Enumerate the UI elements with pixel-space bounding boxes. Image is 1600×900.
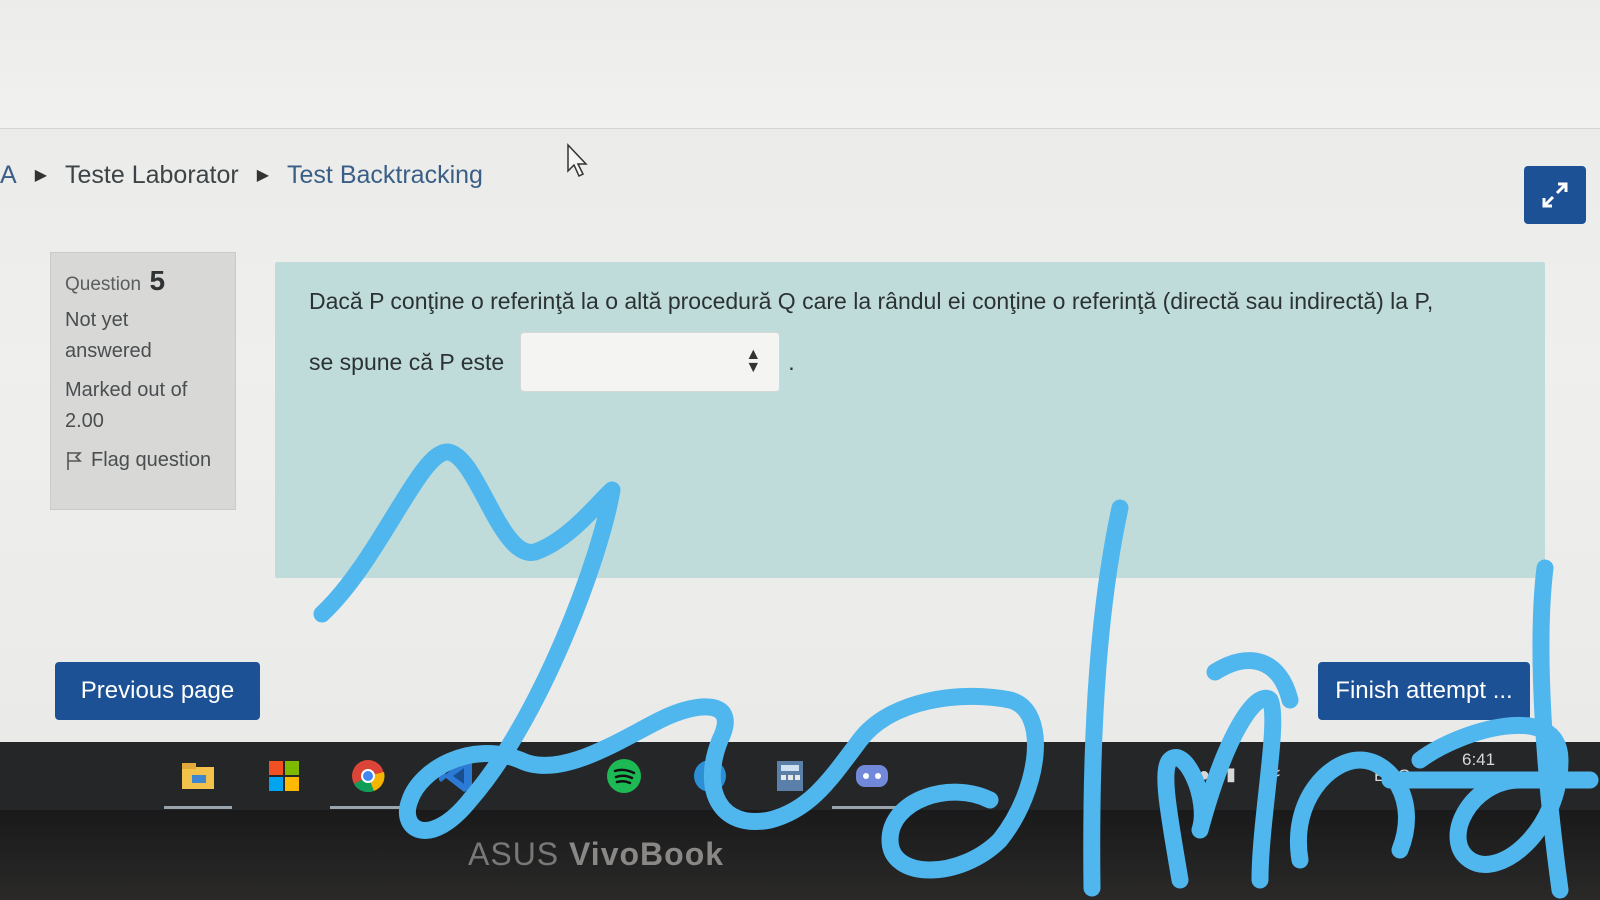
flag-question-link[interactable]: Flag question [65,449,221,472]
question-number: 5 [149,265,166,296]
chrome-icon[interactable] [348,756,388,796]
windows-store-icon[interactable] [264,756,304,796]
breadcrumb-separator-icon: ▶ [256,167,270,184]
question-label: Question [65,274,142,295]
page-header-area [0,0,1600,129]
spotify-icon[interactable] [604,756,644,796]
clock-time[interactable]: 6:41 [1462,750,1495,770]
fullscreen-toggle-button[interactable] [1524,166,1586,224]
laptop-brand-logo: ASUS VivoBook [468,836,724,873]
discord-icon[interactable] [852,756,892,796]
flag-question-label: Flag question [91,449,212,471]
edge-icon[interactable] [690,756,730,796]
question-info-panel: Question 5 Not yet answered Marked out o… [50,252,236,510]
taskbar-active-indicator [330,806,410,809]
select-arrows-icon: ▲ ▼ [745,346,762,376]
calculator-icon[interactable] [770,756,810,796]
wifi-icon[interactable]: ≈ [1268,760,1280,786]
answer-select[interactable]: ▲ ▼ [520,332,781,392]
question-text-line-1: Dacă P conţine o referinţă la o altă pro… [309,288,1434,314]
flag-icon [67,451,82,470]
vscode-icon[interactable] [436,756,476,796]
expand-icon [1542,182,1568,208]
question-period: . [788,348,795,375]
status-line-2: answered [65,340,152,362]
breadcrumb-item-test-backtracking[interactable]: Test Backtracking [287,161,483,190]
brand-model: VivoBook [569,836,725,872]
breadcrumb: A ▶ Teste Laborator ▶ Test Backtracking [0,150,483,200]
previous-page-button[interactable]: Previous page [55,662,260,720]
finish-attempt-button[interactable]: Finish attempt ... [1318,662,1530,720]
language-indicator[interactable]: ENG [1374,766,1411,786]
taskbar-active-indicator [832,806,900,809]
laptop-bezel [0,810,1600,900]
status-line-1: Not yet [65,309,129,331]
microphone-icon[interactable]: ● [1198,764,1210,787]
breadcrumb-item-teste-laborator[interactable]: Teste Laborator [65,161,239,190]
question-status: Not yet answered [65,305,221,367]
file-explorer-icon[interactable] [178,756,218,796]
taskbar-active-indicator [164,806,232,809]
question-text-line-2: se spune că P este [309,348,505,375]
brand-prefix: ASUS [468,836,570,872]
breadcrumb-separator-icon: ▶ [34,167,47,184]
battery-icon[interactable]: ▮ [1226,764,1236,785]
breadcrumb-edge-link[interactable]: A [0,161,17,190]
marked-line-1: Marked out of [65,379,188,401]
question-content: Dacă P conţine o referinţă la o altă pro… [275,262,1545,578]
question-grade: Marked out of 2.00 [65,375,221,437]
mouse-cursor-icon [567,143,588,178]
marked-line-2: 2.00 [65,410,104,432]
screen-photo: A ▶ Teste Laborator ▶ Test Backtracking … [0,0,1600,900]
